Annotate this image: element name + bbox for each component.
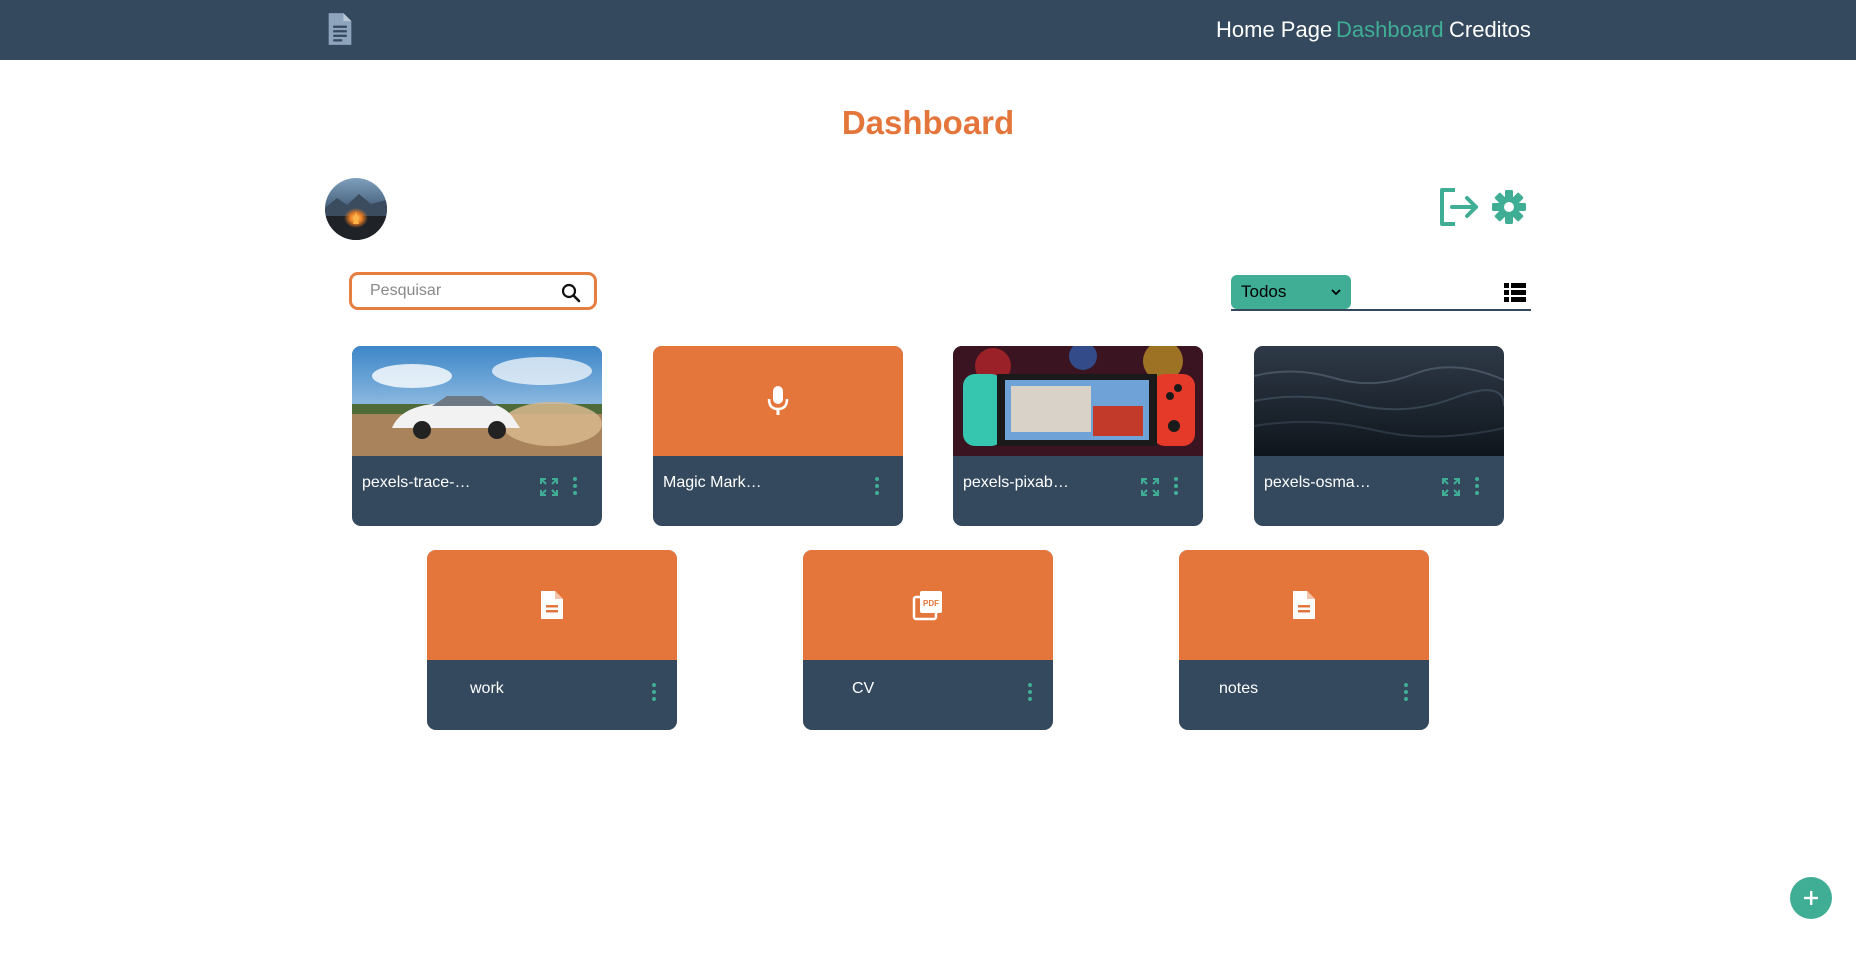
switch-photo-thumbnail — [953, 346, 1203, 456]
file-card-thumbnail: PDF — [803, 550, 1053, 660]
file-card-name: notes — [1219, 680, 1259, 697]
add-file-button[interactable] — [1790, 877, 1832, 919]
file-card-name: work — [470, 680, 504, 697]
file-logo-icon[interactable] — [326, 12, 354, 46]
avatar[interactable] — [325, 178, 387, 240]
list-view-icon[interactable] — [1504, 283, 1526, 303]
filter-underline — [1231, 309, 1531, 311]
more-vertical-icon[interactable] — [650, 682, 658, 702]
search-box — [349, 272, 597, 310]
type-filter-select[interactable]: Todos — [1231, 275, 1351, 309]
more-vertical-icon[interactable] — [1026, 682, 1034, 702]
more-vertical-icon[interactable] — [571, 476, 579, 496]
pdf-icon: PDF — [912, 591, 942, 621]
more-vertical-icon[interactable] — [873, 476, 881, 496]
nav-home-page-link[interactable]: Home Page — [1216, 0, 1332, 60]
search-input[interactable] — [368, 281, 552, 301]
file-card[interactable]: pexels-pixab… — [953, 346, 1203, 526]
chevron-down-icon — [1331, 289, 1341, 296]
microphone-icon — [767, 386, 789, 415]
file-card-thumbnail — [653, 346, 903, 456]
document-icon — [1293, 591, 1315, 619]
document-icon — [541, 591, 563, 619]
file-card-name: pexels-trace-… — [362, 474, 471, 491]
file-card-thumbnail — [427, 550, 677, 660]
more-vertical-icon[interactable] — [1473, 476, 1481, 496]
file-card[interactable]: pexels-trace-… — [352, 346, 602, 526]
file-card[interactable]: work — [427, 550, 677, 730]
type-filter-value: Todos — [1241, 282, 1287, 301]
expand-icon[interactable] — [539, 477, 559, 497]
file-card-name: pexels-osma… — [1264, 474, 1371, 491]
plus-icon — [1804, 891, 1818, 905]
nav-creditos-link[interactable]: Creditos — [1449, 0, 1531, 60]
nav-dashboard-link[interactable]: Dashboard — [1336, 0, 1444, 60]
top-navbar: Home Page Dashboard Creditos — [0, 0, 1856, 60]
svg-text:PDF: PDF — [923, 599, 939, 608]
search-icon[interactable] — [561, 283, 581, 303]
expand-icon[interactable] — [1140, 477, 1160, 497]
file-card-name: Magic Mark… — [663, 474, 762, 491]
gear-icon[interactable] — [1491, 189, 1527, 225]
file-card[interactable]: pexels-osma… — [1254, 346, 1504, 526]
more-vertical-icon[interactable] — [1172, 476, 1180, 496]
water-photo-thumbnail — [1254, 346, 1504, 456]
car-photo-thumbnail — [352, 346, 602, 456]
file-card[interactable]: notes — [1179, 550, 1429, 730]
logout-icon[interactable] — [1438, 187, 1480, 227]
more-vertical-icon[interactable] — [1402, 682, 1410, 702]
file-card-name: pexels-pixab… — [963, 474, 1069, 491]
avatar-campfire-image — [325, 178, 387, 240]
page-title: Dashboard — [841, 104, 1015, 141]
file-card-name: CV — [852, 680, 875, 697]
file-card-thumbnail — [1179, 550, 1429, 660]
file-card[interactable]: Magic Mark… — [653, 346, 903, 526]
file-card[interactable]: PDF CV — [803, 550, 1053, 730]
expand-icon[interactable] — [1441, 477, 1461, 497]
